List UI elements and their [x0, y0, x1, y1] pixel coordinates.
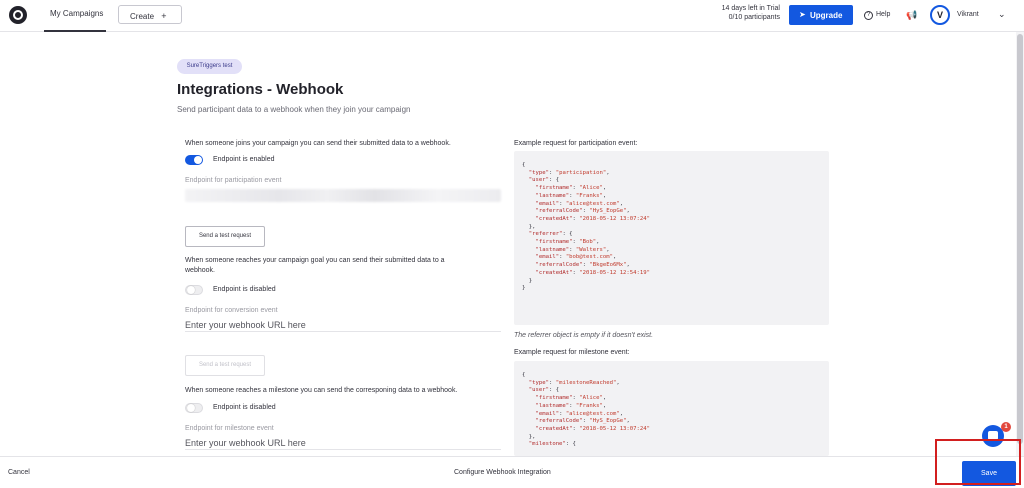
milestone-example-code: { "type": "milestoneReached", "user": { … — [514, 361, 829, 456]
chevron-down-icon[interactable]: ⌄ — [998, 9, 1006, 20]
milestone-endpoint-toggle[interactable] — [185, 403, 203, 413]
app-logo-icon[interactable] — [9, 6, 27, 24]
participation-endpoint-label: Endpoint for participation event — [185, 177, 282, 184]
trial-participants: 0/10 participants — [728, 14, 780, 21]
campaign-badge: SureTriggers test — [177, 59, 242, 74]
conversion-toggle-label: Endpoint is disabled — [213, 286, 276, 293]
trial-status: 14 days left in Trial 0/10 participants — [688, 4, 780, 22]
bottom-action-bar: Cancel Configure Webhook Integration Sav… — [0, 456, 1024, 488]
rocket-icon: ➤ — [799, 10, 806, 19]
chat-bubble-icon — [988, 431, 998, 440]
milestone-example-heading: Example request for milestone event: — [514, 349, 630, 356]
scrollbar-thumb[interactable] — [1017, 34, 1023, 444]
conversion-description-line2: webhook. — [185, 267, 215, 274]
referrer-note: The referrer object is empty if it doesn… — [514, 332, 654, 339]
trial-days-left: 14 days left in Trial — [721, 5, 780, 12]
create-button-label: Create — [130, 12, 155, 21]
conversion-endpoint-label: Endpoint for conversion event — [185, 307, 278, 314]
participation-test-button[interactable]: Send a test request — [185, 226, 265, 247]
cancel-button[interactable]: Cancel — [8, 469, 30, 476]
milestone-description: When someone reaches a milestone you can… — [185, 387, 458, 394]
save-button[interactable]: Save — [962, 461, 1016, 486]
milestone-endpoint-input[interactable] — [185, 436, 501, 450]
question-circle-icon: ? — [864, 11, 873, 20]
upgrade-label: Upgrade — [810, 11, 843, 20]
active-nav-indicator — [44, 30, 106, 32]
nav-my-campaigns[interactable]: My Campaigns — [50, 9, 103, 18]
conversion-endpoint-input[interactable] — [185, 318, 501, 332]
participation-example-heading: Example request for participation event: — [514, 140, 638, 147]
avatar[interactable]: V — [930, 5, 950, 25]
conversion-endpoint-toggle[interactable] — [185, 285, 203, 295]
chat-unread-badge: 1 — [1001, 422, 1011, 432]
help-label: Help — [876, 11, 891, 18]
participation-endpoint-input[interactable] — [185, 189, 501, 202]
milestone-endpoint-label: Endpoint for milestone event — [185, 425, 274, 432]
conversion-description-line1: When someone reaches your campaign goal … — [185, 257, 445, 264]
megaphone-icon[interactable]: 📢 — [906, 10, 917, 21]
footer-title: Configure Webhook Integration — [454, 469, 551, 476]
username[interactable]: Vikrant — [957, 11, 979, 18]
plus-icon: + — [161, 11, 167, 21]
participation-description: When someone joins your campaign you can… — [185, 140, 451, 147]
top-navigation-bar: My Campaigns Create + 14 days left in Tr… — [0, 0, 1024, 32]
participation-example-code: { "type": "participation", "user": { "fi… — [514, 151, 829, 325]
help-link[interactable]: ? Help — [864, 11, 890, 20]
page-subtitle: Send participant data to a webhook when … — [177, 105, 411, 114]
milestone-toggle-label: Endpoint is disabled — [213, 404, 276, 411]
participation-endpoint-toggle[interactable] — [185, 155, 203, 165]
page-title: Integrations - Webhook — [177, 81, 344, 98]
participation-toggle-label: Endpoint is enabled — [213, 156, 275, 163]
upgrade-button[interactable]: ➤ Upgrade — [789, 5, 853, 25]
conversion-test-button[interactable]: Send a test request — [185, 355, 265, 376]
create-button[interactable]: Create + — [118, 5, 182, 24]
